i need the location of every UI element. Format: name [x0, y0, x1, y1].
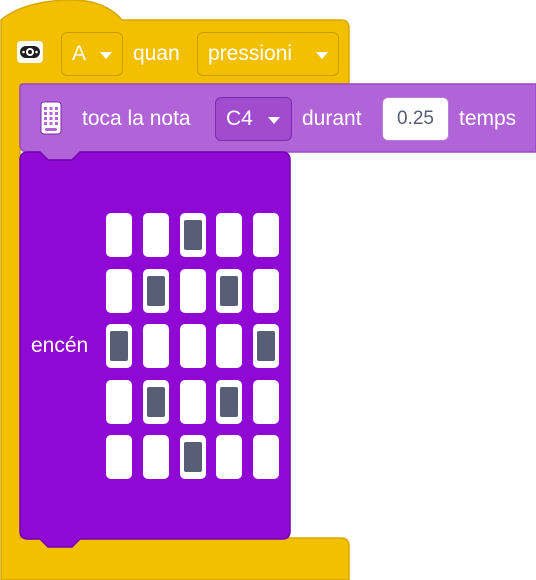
chevron-down-icon — [268, 117, 280, 124]
led-cell-3-3[interactable] — [216, 380, 242, 424]
button-dropdown[interactable]: A — [61, 32, 123, 76]
event-dropdown[interactable]: pressioni — [197, 32, 339, 76]
led-cell-0-1[interactable] — [143, 213, 169, 257]
led-cell-1-2[interactable] — [180, 269, 206, 313]
led-cell-4-1[interactable] — [143, 435, 169, 479]
hat-label: quan — [133, 42, 180, 65]
play-label-mid: durant — [302, 107, 362, 130]
led-cell-1-0[interactable] — [106, 269, 132, 313]
chevron-down-icon — [316, 52, 328, 59]
display-label: encén — [31, 334, 89, 357]
led-cell-3-1[interactable] — [143, 380, 169, 424]
led-cell-4-4[interactable] — [253, 435, 279, 479]
led-cell-1-3[interactable] — [216, 269, 242, 313]
microbit-button-icon — [17, 41, 43, 63]
play-label-before: toca la nota — [82, 107, 191, 130]
led-cell-1-1[interactable] — [143, 269, 169, 313]
chevron-down-icon — [100, 52, 112, 59]
led-cell-1-4[interactable] — [253, 269, 279, 313]
duration-input[interactable]: 0.25 — [382, 97, 449, 141]
play-label-after: temps — [459, 107, 517, 130]
led-cell-0-3[interactable] — [216, 213, 242, 257]
led-cell-2-2[interactable] — [180, 324, 206, 368]
led-cell-0-2[interactable] — [180, 213, 206, 257]
led-cell-3-4[interactable] — [253, 380, 279, 424]
led-cell-4-3[interactable] — [216, 435, 242, 479]
microbit-icon — [40, 101, 62, 135]
led-cell-2-1[interactable] — [143, 324, 169, 368]
led-cell-2-0[interactable] — [106, 324, 132, 368]
led-cell-0-0[interactable] — [106, 213, 132, 257]
event-dropdown-value: pressioni — [208, 42, 293, 65]
led-cell-3-2[interactable] — [180, 380, 206, 424]
led-cell-4-0[interactable] — [106, 435, 132, 479]
note-dropdown[interactable]: C4 — [215, 97, 292, 141]
led-cell-2-4[interactable] — [253, 324, 279, 368]
note-dropdown-value: C4 — [226, 107, 253, 130]
led-cell-0-4[interactable] — [253, 213, 279, 257]
led-cell-3-0[interactable] — [106, 380, 132, 424]
button-dropdown-value: A — [72, 42, 87, 65]
led-matrix[interactable] — [106, 213, 281, 479]
led-cell-2-3[interactable] — [216, 324, 242, 368]
led-cell-4-2[interactable] — [180, 435, 206, 479]
